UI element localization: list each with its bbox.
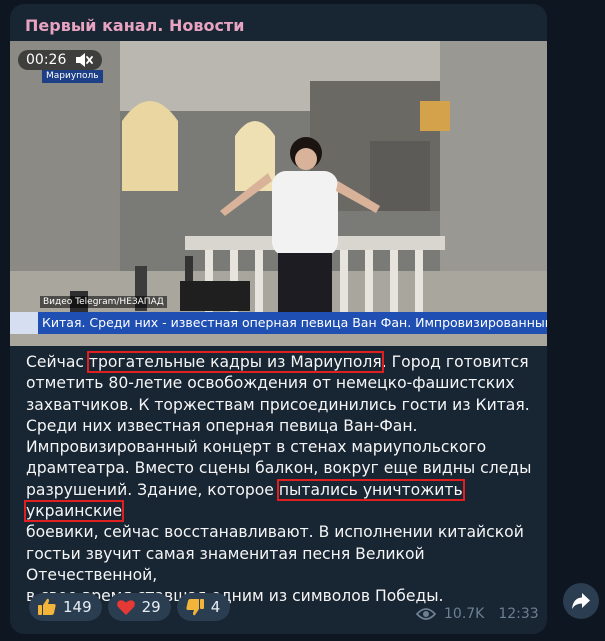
reaction-thumbs-down[interactable]: 4 [176,593,231,621]
highlighted-phrase-1: трогательные кадры из Мариуполя [86,351,384,373]
post-text: Сейчас трогательные кадры из Мариуполя. … [24,351,536,608]
news-ticker: Китая. Среди них - известная оперная пев… [38,312,547,334]
mute-icon[interactable] [74,52,94,68]
video-duration: 00:26 [26,52,67,68]
heart-icon [116,600,135,615]
post-time: 12:33 [498,606,539,622]
share-button[interactable] [563,583,599,619]
reaction-count: 149 [63,598,92,616]
video-player[interactable]: 00:26 Мариуполь Видео Telegram/НЕЗАПАД К… [10,41,547,346]
post-meta: 10.7K 12:33 [416,606,539,622]
ticker-edge [10,312,38,334]
view-count: 10.7K [444,606,485,622]
video-time-pill[interactable]: 00:26 [18,50,103,70]
message-bubble: Первый канал. Новости 00:26 Мариуполь Ви… [10,4,547,634]
post-text-part-1: Сейчас [26,353,89,371]
thumbs-down-icon [186,599,204,616]
reaction-heart[interactable]: 29 [107,593,171,621]
eye-icon [416,608,436,620]
reaction-count: 4 [210,598,221,616]
reactions-bar: 149 29 4 [29,593,231,621]
share-arrow-icon [572,593,590,609]
post-text-part-2: . Город готовится отметить 80-летие осво… [26,353,532,499]
reaction-thumbs-up[interactable]: 149 [29,593,102,621]
location-badge: Мариуполь [42,70,103,83]
channel-name[interactable]: Первый канал. Новости [25,16,244,35]
thumbs-up-icon [38,598,56,615]
reaction-count: 29 [141,598,161,616]
video-source-caption: Видео Telegram/НЕЗАПАД [40,296,167,308]
